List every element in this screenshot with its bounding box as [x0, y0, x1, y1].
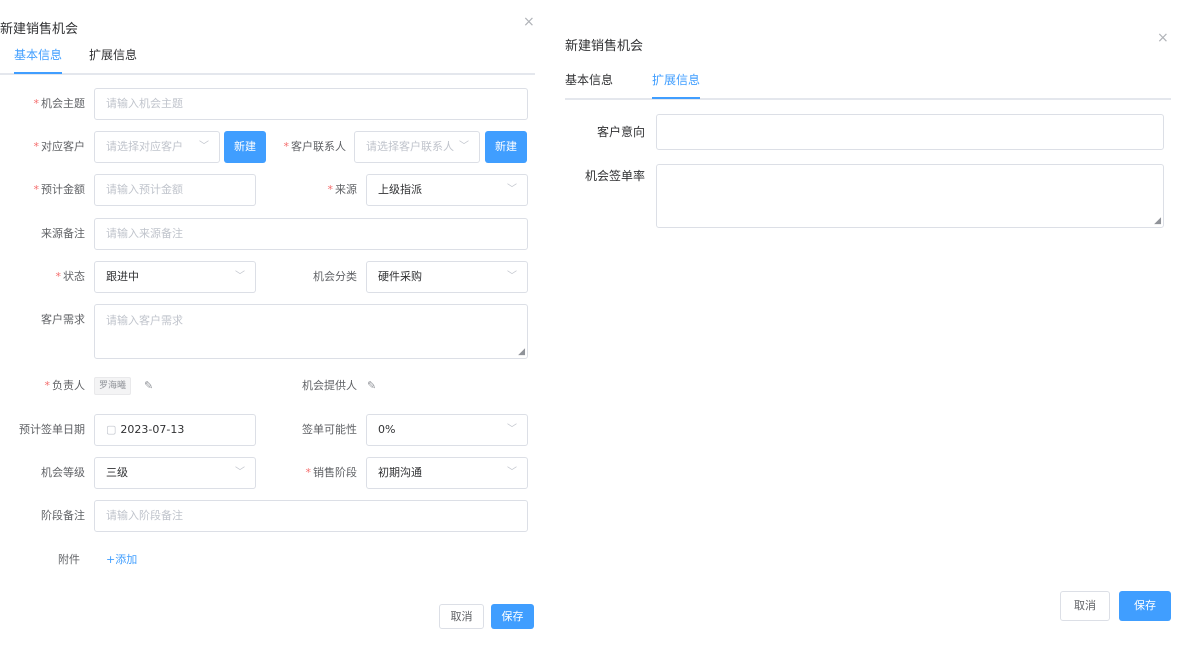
pencil-icon[interactable]: ✎ [367, 379, 376, 393]
category-select[interactable]: 硬件采购 ﹀ [366, 261, 528, 293]
dialog-title: 新建销售机会 [0, 22, 79, 37]
sign-date-picker[interactable]: ▢ 2023-07-13 [94, 414, 256, 446]
save-button[interactable]: 保存 [1119, 591, 1171, 621]
save-button[interactable]: 保存 [491, 604, 534, 629]
subject-input[interactable]: 请输入机会主题 [94, 88, 528, 120]
chevron-down-icon: ﹀ [507, 467, 517, 478]
right-dialog: 新建销售机会 × 基本信息 扩展信息 客户意向 机会签单率 ◢ 取消 保存 [548, 0, 1202, 649]
close-icon[interactable]: × [1157, 31, 1169, 45]
status-select[interactable]: 跟进中 ﹀ [94, 261, 256, 293]
contact-select[interactable]: 请选择客户联系人 ﹀ [354, 131, 480, 163]
amount-label: * 预计金额 [33, 183, 86, 196]
demand-textarea[interactable]: 请输入客户需求 ◢ [94, 304, 528, 359]
chevron-down-icon: ﹀ [235, 271, 245, 282]
resize-handle-icon[interactable]: ◢ [1154, 217, 1161, 226]
add-attachment-link[interactable]: +添加 [106, 544, 137, 576]
owner-tag: 罗海曦 [94, 377, 132, 395]
chevron-down-icon: ﹀ [507, 424, 517, 435]
new-contact-button[interactable]: 新建 [485, 131, 527, 163]
resize-handle-icon[interactable]: ◢ [518, 348, 525, 357]
source-label: * 来源 [327, 183, 358, 196]
attachment-label: 附件 [58, 553, 80, 566]
stage-label: * 销售阶段 [305, 466, 358, 479]
sign-rate-textarea[interactable]: ◢ [656, 164, 1164, 228]
customer-select[interactable]: 请选择对应客户 ﹀ [94, 131, 220, 163]
status-label: * 状态 [55, 270, 86, 283]
source-note-input[interactable]: 请输入来源备注 [94, 218, 528, 250]
tab-bar: 基本信息 扩展信息 [565, 72, 1171, 100]
tab-extended-info[interactable]: 扩展信息 [89, 47, 137, 74]
demand-label: 客户需求 [41, 313, 85, 326]
chevron-down-icon: ﹀ [459, 141, 469, 152]
provider-label: 机会提供人 [302, 379, 357, 392]
left-dialog: 新建销售机会 × 基本信息 扩展信息 * 机会主题 请输入机会主题 * 对应客户 请… [0, 0, 545, 649]
customer-label: * 对应客户 [33, 140, 86, 153]
tab-bar: 基本信息 扩展信息 [0, 47, 535, 75]
probability-label: 签单可能性 [302, 423, 357, 436]
calendar-icon: ▢ [106, 423, 117, 436]
chevron-down-icon: ﹀ [507, 271, 517, 282]
intent-input[interactable] [656, 114, 1164, 150]
chevron-down-icon: ﹀ [235, 467, 245, 478]
contact-label: * 客户联系人 [283, 140, 347, 153]
close-icon[interactable]: × [523, 15, 535, 29]
subject-label: * 机会主题 [33, 97, 86, 110]
probability-select[interactable]: 0% ﹀ [366, 414, 528, 446]
source-select[interactable]: 上级指派 ﹀ [366, 174, 528, 206]
dialog-title: 新建销售机会 [565, 39, 644, 54]
category-label: 机会分类 [313, 270, 357, 283]
stage-note-label: 阶段备注 [41, 509, 85, 522]
stage-select[interactable]: 初期沟通 ﹀ [366, 457, 528, 489]
new-customer-button[interactable]: 新建 [224, 131, 266, 163]
owner-label: * 负责人 [44, 379, 86, 392]
tab-extended-info[interactable]: 扩展信息 [652, 72, 701, 99]
level-label: 机会等级 [41, 466, 85, 479]
chevron-down-icon: ﹀ [507, 184, 517, 195]
pencil-icon[interactable]: ✎ [144, 379, 153, 393]
level-select[interactable]: 三级 ﹀ [94, 457, 256, 489]
tab-basic-info[interactable]: 基本信息 [565, 72, 613, 99]
amount-input[interactable]: 请输入预计金额 [94, 174, 256, 206]
source-note-label: 来源备注 [41, 227, 85, 240]
cancel-button[interactable]: 取消 [1060, 591, 1110, 621]
sign-rate-label: 机会签单率 [584, 169, 645, 183]
tab-basic-info[interactable]: 基本信息 [14, 47, 63, 74]
cancel-button[interactable]: 取消 [439, 604, 484, 629]
stage-note-input[interactable]: 请输入阶段备注 [94, 500, 528, 532]
chevron-down-icon: ﹀ [199, 141, 209, 152]
sign-date-label: 预计签单日期 [19, 423, 85, 436]
intent-label: 客户意向 [596, 125, 645, 139]
